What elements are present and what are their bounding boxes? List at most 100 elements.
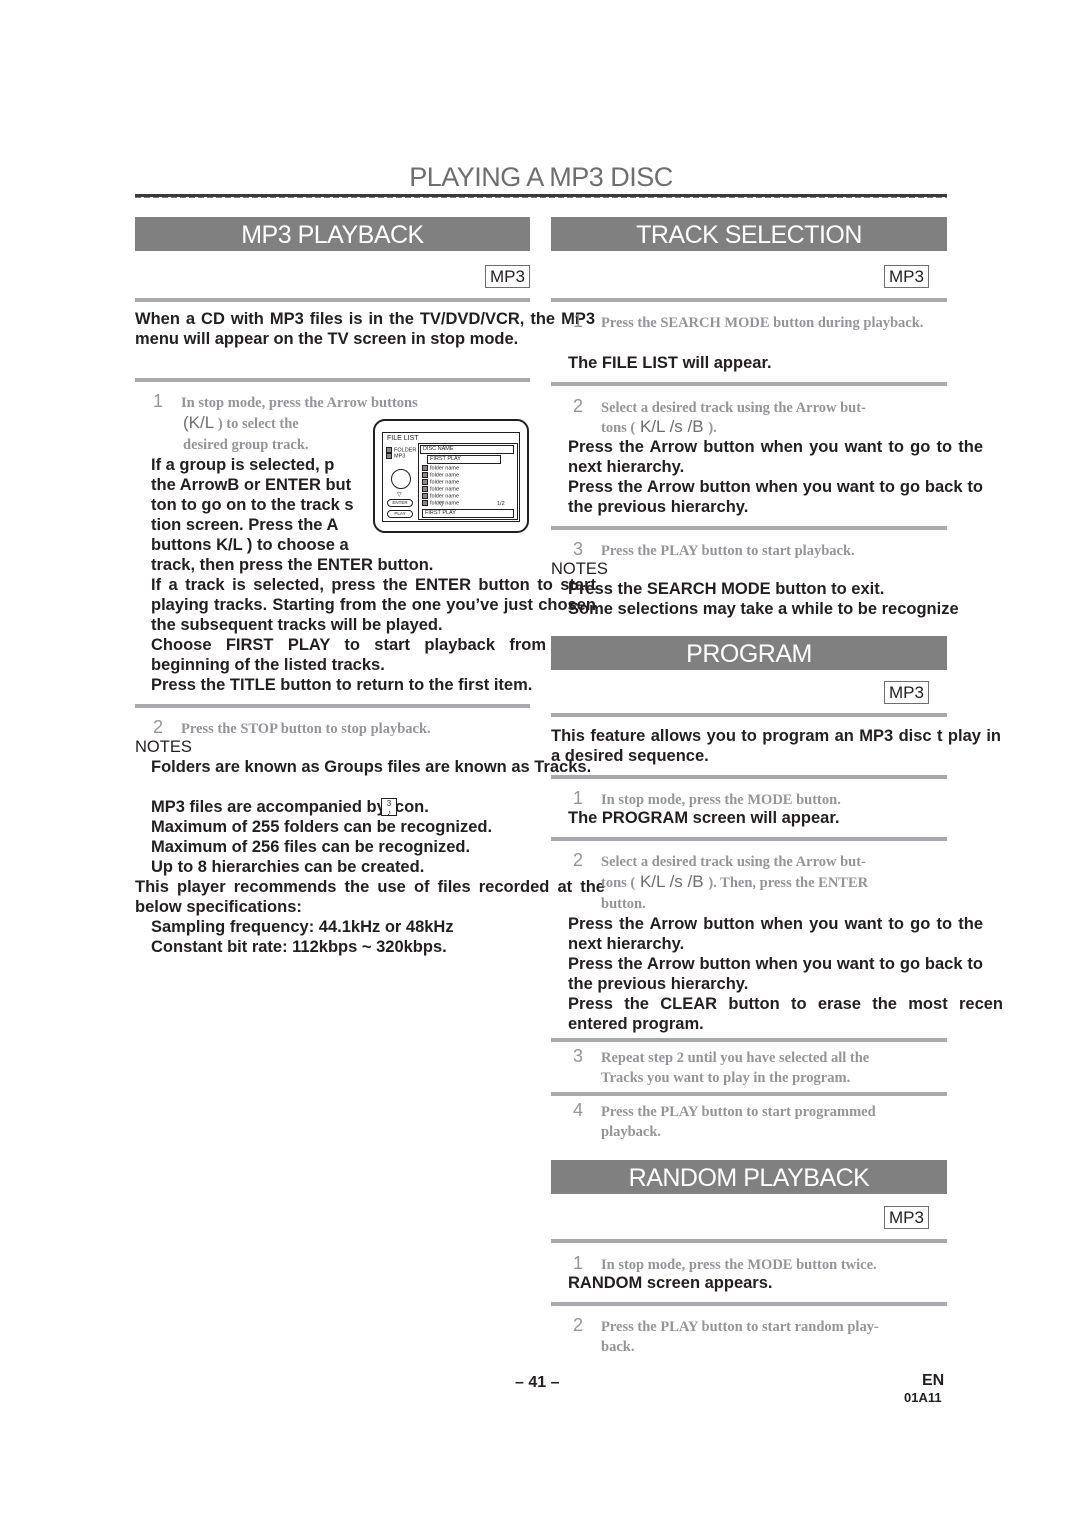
step-2-body-1: Press the Arrow button when you want to … [568, 915, 983, 953]
step-text: Press the PLAY button to start random pl… [601, 1319, 879, 1335]
step-1-line2: (K/L ) to select the [183, 412, 299, 435]
divider [135, 378, 530, 382]
intro-text: When a CD with MP3 files is in the TV/DV… [135, 310, 595, 348]
note-item: Press the SEARCH MODE button to exit. [568, 580, 885, 598]
step-2-line2: tons ( K/L /s /B ). [601, 417, 717, 436]
divider [551, 1239, 947, 1243]
step-2-body-3: Press the CLEAR button to erase the most… [568, 995, 1003, 1033]
step-number: 4 [573, 1100, 584, 1120]
step-2-body-2: Press the Arrow button when you want to … [568, 478, 983, 516]
list-item: folder name [422, 472, 459, 479]
step-2: 2 Press the PLAY button to start random p… [573, 1314, 879, 1338]
step-text: Select a desired track using the Arrow b… [601, 400, 866, 416]
arrow-keys-glyph: K/L /s /B [635, 872, 709, 891]
step-4-line2: playback. [601, 1124, 662, 1140]
step-text: In stop mode, press the MODE button. [601, 792, 841, 808]
step-result: RANDOM screen appears. [568, 1274, 773, 1292]
list-item: folder name [422, 465, 459, 472]
notes-label: NOTES [135, 738, 192, 756]
enter-button-icon: ENTER [387, 499, 413, 507]
spec-item: Constant bit rate: 112kbps ~ 320kbps. [151, 938, 447, 956]
step-number: 2 [573, 396, 584, 416]
scroll-down-icon: ▽ [439, 501, 445, 508]
mp3-badge: MP3 [485, 265, 530, 288]
step-2-body-2: Press the Arrow button when you want to … [568, 955, 983, 993]
step-number: 2 [573, 850, 584, 870]
divider [551, 298, 947, 302]
step-1-body-last: track, then press the ENTER button. [151, 556, 434, 574]
arrow-keys-glyph: K/L /s /B [635, 417, 709, 436]
divider [551, 382, 947, 386]
step-1-line3: desired group track. [183, 437, 309, 453]
step-1: 1 Press the SEARCH MODE button during pla… [573, 310, 933, 334]
step-2-body-1: Press the Arrow button when you want to … [568, 438, 983, 476]
mp3-file-icon: 3 ♪ [381, 798, 397, 817]
step-number: 1 [573, 311, 584, 331]
screen-title: FILE LIST [387, 435, 419, 442]
list-item: folder name [422, 479, 459, 486]
disc-name-box: DISC NAME [420, 445, 514, 454]
note-item: Some selections may take a while to be r… [568, 600, 959, 618]
spec-item: Sampling frequency: 44.1kHz or 48kHz [151, 918, 454, 936]
step-text: Press the SEARCH MODE button during play… [601, 315, 924, 331]
step-1-body-more-1: If a track is selected, press the ENTER … [151, 576, 596, 634]
step-1-body: If a group is selected, p the ArrowB or … [151, 456, 354, 554]
note-item: Maximum of 255 folders can be recognized… [151, 818, 493, 836]
divider [135, 704, 530, 708]
step-3: 3 Repeat step 2 until you have selected a… [573, 1045, 869, 1069]
notes-label: NOTES [551, 560, 608, 578]
step-1-body-more-3: Press the TITLE button to return to the … [151, 676, 533, 694]
step-number: 2 [153, 717, 164, 737]
down-arrow-icon: ▽ [397, 492, 402, 498]
divider [551, 526, 947, 530]
list-item: folder name [422, 486, 459, 493]
step-text: Press the STOP button to stop playback. [181, 721, 431, 737]
divider [551, 1302, 947, 1306]
step-number: 1 [153, 391, 164, 411]
step-1-body-more-2: Choose FIRST PLAY to start playback from… [151, 636, 546, 674]
section-header-track-selection: TRACK SELECTION [551, 217, 947, 251]
step-text: Press the PLAY button to start programme… [601, 1104, 876, 1120]
step-2: 2 Select a desired track using the Arrow … [573, 849, 866, 873]
divider [551, 837, 947, 841]
step-number: 2 [573, 1315, 584, 1335]
page-number: – 41 – [515, 1374, 560, 1391]
step-number: 1 [573, 1253, 584, 1273]
step-2-line2: back. [601, 1339, 635, 1355]
mp3-badge: MP3 [884, 1206, 929, 1229]
divider [551, 1038, 947, 1042]
program-intro: This feature allows you to program an MP… [551, 727, 1001, 765]
section-header-random-playback: RANDOM PLAYBACK [551, 1160, 947, 1194]
step-2-line3: button. [601, 896, 646, 912]
file-list-screen: FILE LIST FOLDER MP3 ▽ ENTER PLAY DISC N… [382, 432, 520, 522]
step-text: Select a desired track using the Arrow b… [601, 854, 866, 870]
step-1: 1 In stop mode, press the Arrow buttons [153, 390, 513, 414]
page-title: PLAYING A MP3 DISC [409, 162, 673, 192]
step-number: 3 [573, 1046, 584, 1066]
divider [135, 298, 530, 302]
arrow-keys-glyph: (K/L [183, 413, 215, 432]
step-text: ) to select the [217, 416, 299, 432]
legend-mp3: MP3 [386, 453, 405, 460]
step-text: Press the PLAY button to start playback. [601, 543, 855, 559]
section-header-program: PROGRAM [551, 636, 947, 670]
section-header-mp3-playback: MP3 PLAYBACK [135, 217, 530, 251]
step-3-line2: Tracks you want to play in the program. [601, 1070, 851, 1086]
step-number: 1 [573, 788, 584, 808]
page-indicator: 1/2 [497, 501, 505, 507]
title-rule-dashed [135, 197, 947, 198]
mp3-badge: MP3 [884, 681, 929, 704]
dpad-icon [391, 469, 411, 489]
language-code: EN [922, 1372, 945, 1389]
recommend-text: This player recommends the use of files … [135, 878, 605, 916]
step-text: In stop mode, press the MODE button twic… [601, 1257, 877, 1273]
note-item: Maximum of 256 files can be recognized. [151, 838, 471, 856]
bottom-first-play-box: FIRST PLAY [422, 509, 514, 518]
step-number: 3 [573, 539, 584, 559]
divider [551, 775, 947, 779]
step-2: 2 Press the STOP button to stop playback. [153, 716, 431, 740]
note-item: Folders are known as Groups files are kn… [151, 758, 592, 776]
divider [551, 713, 947, 717]
play-button-icon: PLAY [387, 510, 413, 518]
mp3-badge: MP3 [884, 265, 929, 288]
